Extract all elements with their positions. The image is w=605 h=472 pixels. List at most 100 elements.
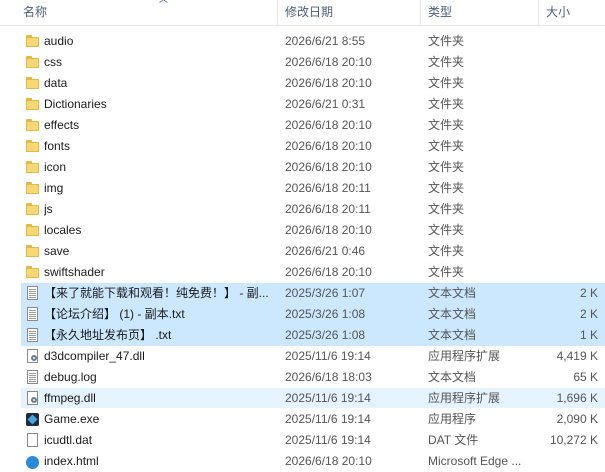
file-type: 文件夹: [428, 55, 465, 69]
folder-icon: [25, 202, 40, 217]
file-type: 文本文档: [428, 370, 477, 384]
file-date: 2025/3/26 1:08: [285, 328, 366, 342]
file-date: 2026/6/18 20:11: [285, 202, 371, 216]
file-size: 10,272 K: [549, 433, 598, 447]
file-name: save: [44, 244, 70, 258]
file-row[interactable]: 【永久地址发布页】 .txt 2025/3/26 1:08 文本文档 1 K: [0, 325, 605, 346]
file-type: 文件夹: [428, 181, 465, 195]
file-name: Dictionaries: [44, 97, 107, 111]
file-row[interactable]: save 2026/6/21 0:46 文件夹: [0, 241, 605, 262]
file-date: 2026/6/18 20:10: [285, 55, 372, 69]
file-name: js: [44, 202, 53, 216]
file-type: 文本文档: [428, 307, 477, 321]
file-date: 2026/6/18 20:10: [285, 118, 372, 132]
file-row[interactable]: data 2026/6/18 20:10 文件夹: [0, 73, 605, 94]
column-header-name[interactable]: 名称 ︿: [16, 0, 278, 25]
file-name: locales: [44, 223, 82, 237]
file-type: 文件夹: [428, 160, 465, 174]
file-row[interactable]: effects 2026/6/18 20:10 文件夹: [0, 115, 605, 136]
folder-icon: [25, 265, 40, 280]
file-row[interactable]: css 2026/6/18 20:10 文件夹: [0, 52, 605, 73]
file-row[interactable]: swiftshader 2026/6/18 20:10 文件夹: [0, 262, 605, 283]
file-name: index.html: [44, 454, 99, 468]
column-header-size-label: 大小: [546, 5, 571, 19]
file-name: css: [44, 55, 62, 69]
file-row[interactable]: img 2026/6/18 20:11 文件夹: [0, 178, 605, 199]
file-row[interactable]: Game.exe 2025/11/6 19:14 应用程序 2,090 K: [0, 409, 605, 430]
file-type: 文件夹: [428, 202, 465, 216]
file-name: ffmpeg.dll: [44, 391, 96, 405]
edge-html-icon: [25, 454, 40, 469]
file-row[interactable]: 【论坛介绍】 (1) - 副本.txt 2025/3/26 1:08 文本文档 2 K: [0, 304, 605, 325]
file-size: 4,419 K: [556, 349, 598, 363]
file-row[interactable]: 【来了就能下载和观看！纯免费！】 - 副... 2025/3/26 1:07 文本文…: [0, 283, 605, 304]
folder-icon: [25, 244, 40, 259]
file-name: d3dcompiler_47.dll: [44, 349, 145, 363]
file-type: 应用程序: [428, 412, 477, 426]
file-name: img: [44, 181, 64, 195]
folder-icon: [25, 223, 40, 238]
folder-icon: [25, 97, 40, 112]
file-date: 2025/3/26 1:07: [285, 286, 366, 300]
file-type: 文本文档: [428, 286, 477, 300]
file-date: 2026/6/18 20:10: [285, 160, 372, 174]
file-name: Game.exe: [44, 412, 100, 426]
column-header-bar: 名称 ︿ 修改日期 类型 大小: [0, 0, 605, 26]
file-name: 【来了就能下载和观看！纯免费！】 - 副...: [44, 286, 269, 300]
file-size: 2 K: [579, 286, 598, 300]
file-date: 2026/6/18 20:10: [285, 139, 372, 153]
file-type: DAT 文件: [428, 433, 479, 447]
file-type: 应用程序扩展: [428, 349, 501, 363]
file-size: 1,696 K: [556, 391, 598, 405]
exe-file-icon: [25, 412, 40, 427]
dll-file-icon: [25, 349, 40, 364]
folder-icon: [25, 34, 40, 49]
file-type: 文件夹: [428, 76, 465, 90]
file-row[interactable]: index.html 2026/6/18 20:10 Microsoft Edge …: [0, 451, 605, 472]
file-row[interactable]: js 2026/6/18 20:11 文件夹: [0, 199, 605, 220]
file-row[interactable]: Dictionaries 2026/6/21 0:31 文件夹: [0, 94, 605, 115]
file-type: 文件夹: [428, 118, 465, 132]
file-name: audio: [44, 34, 74, 48]
file-row[interactable]: ffmpeg.dll 2025/11/6 19:14 应用程序扩展 1,696 K: [0, 388, 605, 409]
file-row[interactable]: audio 2026/6/21 8:55 文件夹: [0, 31, 605, 52]
file-date: 2026/6/18 20:10: [285, 454, 372, 468]
file-row[interactable]: debug.log 2026/6/18 18:03 文本文档 65 K: [0, 367, 605, 388]
file-row[interactable]: d3dcompiler_47.dll 2025/11/6 19:14 应用程序扩展 4…: [0, 346, 605, 367]
file-date: 2026/6/18 20:10: [285, 76, 372, 90]
file-size: 1 K: [579, 328, 598, 342]
file-date: 2026/6/21 0:31: [285, 97, 366, 111]
file-type: 文件夹: [428, 34, 465, 48]
folder-icon: [25, 139, 40, 154]
file-type: 文件夹: [428, 139, 465, 153]
column-header-date-label: 修改日期: [285, 5, 334, 19]
file-size: 65 K: [573, 370, 598, 384]
file-row[interactable]: icudtl.dat 2025/11/6 19:14 DAT 文件 10,272 K: [0, 430, 605, 451]
folder-icon: [25, 55, 40, 70]
file-name: debug.log: [44, 370, 97, 384]
file-type: 应用程序扩展: [428, 391, 501, 405]
file-type: 文件夹: [428, 97, 465, 111]
file-row[interactable]: icon 2026/6/18 20:10 文件夹: [0, 157, 605, 178]
folder-icon: [25, 118, 40, 133]
file-date: 2026/6/21 0:46: [285, 244, 366, 258]
column-header-type[interactable]: 类型: [421, 0, 539, 25]
file-name: 【永久地址发布页】 .txt: [44, 328, 172, 342]
file-type: 文本文档: [428, 328, 477, 342]
column-header-name-label: 名称: [23, 5, 48, 19]
file-type: 文件夹: [428, 244, 465, 258]
column-header-date[interactable]: 修改日期: [278, 0, 421, 25]
folder-icon: [25, 160, 40, 175]
file-row[interactable]: locales 2026/6/18 20:10 文件夹: [0, 220, 605, 241]
file-size: 2,090 K: [556, 412, 598, 426]
column-header-size[interactable]: 大小: [539, 0, 605, 25]
file-date: 2025/11/6 19:14: [285, 412, 371, 426]
file-name: data: [44, 76, 68, 90]
file-row[interactable]: fonts 2026/6/18 20:10 文件夹: [0, 136, 605, 157]
file-date: 2025/11/6 19:14: [285, 391, 371, 405]
file-date: 2026/6/18 20:10: [285, 223, 372, 237]
file-date: 2026/6/21 8:55: [285, 34, 366, 48]
file-date: 2026/6/18 20:10: [285, 265, 372, 279]
file-date: 2025/11/6 19:14: [285, 433, 371, 447]
file-date: 2026/6/18 20:11: [285, 181, 371, 195]
